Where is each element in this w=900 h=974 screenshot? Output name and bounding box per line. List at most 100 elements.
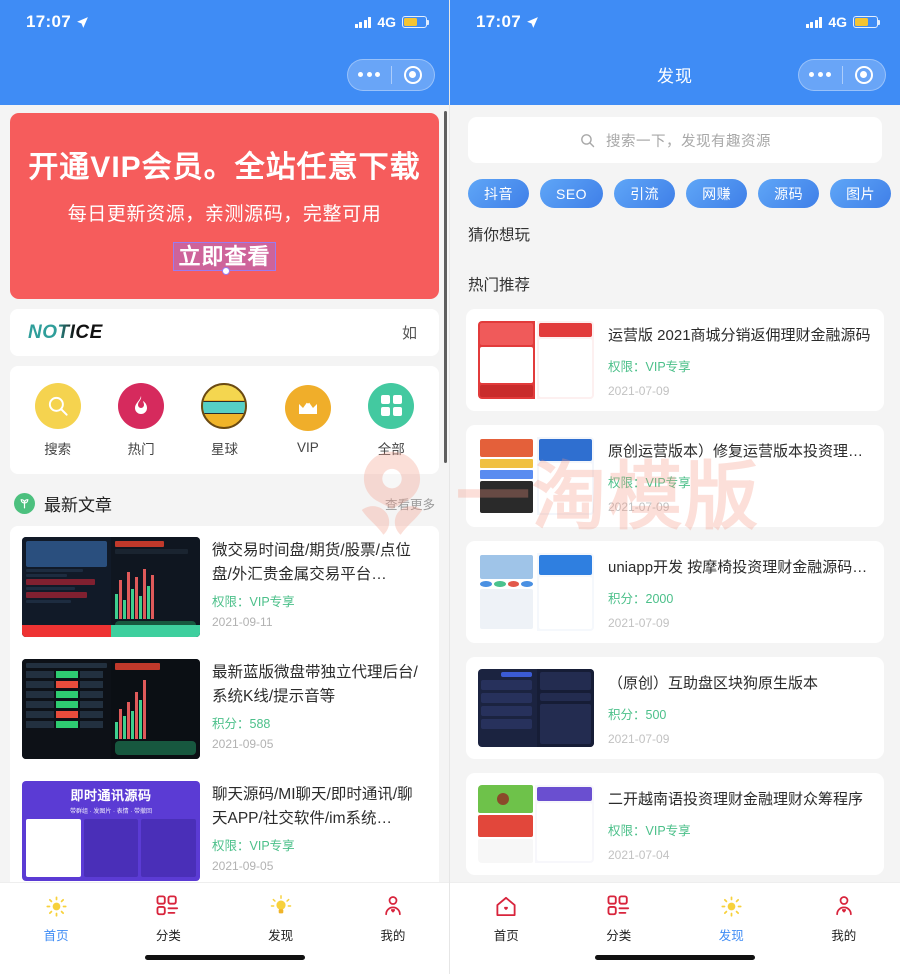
grid-list-icon	[607, 893, 631, 919]
article-title: 聊天源码/MI聊天/即时通讯/聊天APP/社交软件/im系统…	[212, 786, 413, 827]
dual-screenshot-stage: 17:07 4G 开通VIP会员。全站任意下载 每日更新资源，亲测源码，完整可用…	[0, 0, 900, 974]
tag-chip[interactable]: 源码	[758, 179, 820, 208]
quick-icon-vip[interactable]: VIP	[271, 385, 345, 455]
left-capsule-button[interactable]	[347, 58, 435, 91]
article-date: 2021-09-05	[212, 859, 274, 874]
card-date: 2021-07-09	[608, 384, 670, 398]
article-meta-label: 权限：	[212, 839, 250, 854]
status-indicators: 4G	[805, 14, 881, 30]
user-heart-icon	[833, 893, 855, 919]
quick-icon-all[interactable]: 全部	[354, 382, 428, 458]
list-item[interactable]: 最新蓝版微盘带独立代理后台/系统K线/提示音等 积分：588 2021-09-0…	[22, 648, 427, 770]
location-arrow-icon	[77, 16, 88, 28]
article-text: 聊天源码/MI聊天/即时通讯/聊天APP/社交软件/im系统… 权限：VIP专享…	[212, 781, 427, 881]
notice-marquee-text: 如	[401, 325, 417, 342]
network-type-label: 4G	[828, 14, 847, 30]
location-arrow-icon	[527, 16, 538, 28]
tab-label: 我的	[831, 929, 857, 943]
article-meta-value: 588	[249, 717, 271, 732]
tab-mine[interactable]: 我的	[337, 893, 449, 974]
tab-home[interactable]: 首页	[0, 893, 112, 974]
article-list: 微交易时间盘/期货/股票/点位盘/外汇贵金属交易平台… 权限：VIP专享 202…	[10, 526, 439, 892]
vertical-scrollbar[interactable]	[444, 111, 447, 463]
article-meta: 权限：VIP专享	[212, 591, 427, 610]
left-tab-bar: 首页 分类 发现 我的	[0, 882, 449, 974]
left-status-bar: 17:07 4G	[0, 0, 449, 44]
right-page-body: 搜索一下，发现有趣资源 抖音 SEO 引流 网赚 源码 图片 猜你想玩 热门推荐	[450, 105, 900, 974]
home-indicator	[144, 955, 305, 960]
card-meta: 权限：VIP专享	[608, 356, 872, 375]
grid-list-icon	[156, 893, 180, 919]
card-title: 运营版 2021商城分销返佣理财金融源码	[608, 327, 871, 344]
status-indicators: 4G	[354, 14, 430, 30]
search-input[interactable]: 搜索一下，发现有趣资源	[468, 117, 882, 163]
tag-chip[interactable]: 引流	[614, 179, 676, 208]
card-text: （原创）互助盘区块狗原生版本 积分：500 2021-07-09	[608, 669, 872, 747]
kline-chart-thumb	[22, 659, 200, 759]
card-meta-label: 积分：	[608, 708, 646, 722]
card-text: 运营版 2021商城分销返佣理财金融源码 权限：VIP专享 2021-07-09	[608, 321, 872, 399]
right-capsule-button[interactable]	[798, 58, 886, 91]
tab-discover[interactable]: 发现	[675, 893, 788, 974]
list-item[interactable]: 原创运营版本）修复运营版本投资理财金… 权限：VIP专享 2021-07-09	[466, 425, 884, 527]
vip-banner[interactable]: 开通VIP会员。全站任意下载 每日更新资源，亲测源码，完整可用 立即查看	[10, 113, 439, 299]
card-meta-label: 积分：	[608, 592, 646, 606]
card-meta-label: 权限：	[608, 476, 646, 490]
vip-cta-wrapper[interactable]: 立即查看	[173, 239, 276, 275]
card-title: 二开越南语投资理财金融理财众筹程序	[608, 791, 864, 808]
status-time-group: 17:07	[26, 12, 89, 32]
tag-row: 抖音 SEO 引流 网赚 源码 图片	[450, 163, 900, 215]
im-chat-thumb: 即时通讯源码 带群组 · 发图片 · 表情 · 带撤回	[22, 781, 200, 881]
quick-icon-hot[interactable]: 热门	[104, 382, 178, 458]
home-heart-icon	[494, 893, 518, 919]
vip-banner-subline: 每日更新资源，亲测源码，完整可用	[67, 203, 382, 225]
card-meta-value: 2000	[645, 592, 674, 606]
quick-icon-search[interactable]: 搜索	[21, 382, 95, 458]
tab-category[interactable]: 分类	[112, 893, 224, 974]
tag-chip[interactable]: 网赚	[686, 179, 748, 208]
card-meta-value: VIP专享	[645, 476, 691, 490]
right-nav-bar: 发现	[450, 44, 900, 105]
list-item[interactable]: 运营版 2021商城分销返佣理财金融源码 权限：VIP专享 2021-07-09	[466, 309, 884, 411]
card-meta: 积分：2000	[608, 588, 872, 607]
text-selection-handle[interactable]	[222, 266, 231, 275]
search-placeholder: 搜索一下，发现有趣资源	[606, 133, 771, 150]
right-top-blue-area: 17:07 4G 发现	[450, 0, 900, 105]
list-item[interactable]: uniapp开发 按摩椅投资理财金融源码系… 积分：2000 2021-07-0…	[466, 541, 884, 643]
user-heart-icon	[382, 893, 404, 919]
tab-home[interactable]: 首页	[450, 893, 563, 974]
tab-label: 发现	[268, 929, 294, 943]
network-type-label: 4G	[377, 14, 396, 30]
notice-bar[interactable]: NOTICE 如	[10, 309, 439, 356]
more-dots-icon[interactable]	[348, 72, 391, 77]
tag-chip[interactable]: 抖音	[468, 179, 529, 208]
tag-chip[interactable]: 图片	[830, 179, 892, 208]
view-more-link[interactable]: 查看更多	[385, 494, 435, 513]
article-meta-label: 积分：	[212, 717, 250, 732]
grid-icon	[368, 382, 415, 429]
tab-mine[interactable]: 我的	[788, 893, 900, 974]
more-dots-icon[interactable]	[799, 72, 842, 77]
quick-icon-planet[interactable]: 星球	[187, 382, 261, 458]
uniapp-thumb	[478, 553, 594, 631]
card-date: 2021-07-04	[608, 848, 670, 862]
tag-chip[interactable]: SEO	[540, 179, 604, 208]
target-circle-icon[interactable]	[842, 65, 885, 84]
article-text: 微交易时间盘/期货/股票/点位盘/外汇贵金属交易平台… 权限：VIP专享 202…	[212, 537, 427, 637]
section-title: 最新文章	[44, 495, 112, 515]
card-meta-label: 权限：	[608, 360, 646, 374]
left-page-body: 开通VIP会员。全站任意下载 每日更新资源，亲测源码，完整可用 立即查看 NOT…	[0, 105, 449, 974]
list-item[interactable]: （原创）互助盘区块狗原生版本 积分：500 2021-07-09	[466, 657, 884, 759]
sun-icon	[721, 893, 742, 919]
card-meta: 权限：VIP专享	[608, 472, 872, 491]
article-date: 2021-09-11	[212, 615, 273, 630]
target-circle-icon[interactable]	[391, 65, 434, 84]
list-item[interactable]: 微交易时间盘/期货/股票/点位盘/外汇贵金属交易平台… 权限：VIP专享 202…	[22, 526, 427, 648]
list-item[interactable]: 即时通讯源码 带群组 · 发图片 · 表情 · 带撤回 聊天源码/MI聊天/即时…	[22, 770, 427, 892]
home-indicator	[595, 955, 755, 960]
card-text: 二开越南语投资理财金融理财众筹程序 权限：VIP专享 2021-07-04	[608, 785, 872, 863]
search-icon	[581, 133, 595, 147]
tab-discover[interactable]: 发现	[225, 893, 337, 974]
tab-category[interactable]: 分类	[563, 893, 676, 974]
list-item[interactable]: 二开越南语投资理财金融理财众筹程序 权限：VIP专享 2021-07-04	[466, 773, 884, 875]
